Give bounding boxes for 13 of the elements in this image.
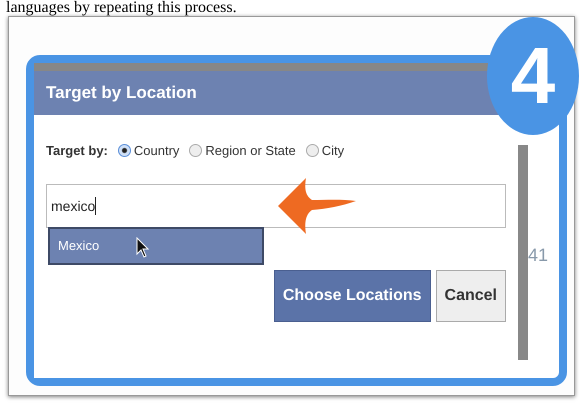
arrow-icon — [276, 176, 358, 236]
radio-option[interactable]: City — [306, 143, 344, 158]
dialog-title: Target by Location — [46, 83, 197, 103]
step-badge: 4 — [487, 17, 579, 135]
mouse-pointer-icon — [136, 237, 150, 259]
target-label: Target by: — [46, 143, 108, 158]
count-text: 41 — [528, 245, 548, 267]
choose-button[interactable]: Choose Locations — [274, 270, 431, 322]
field-value: mexico — [51, 198, 96, 214]
cancel-button[interactable]: Cancel — [436, 270, 506, 322]
radio-option[interactable]: Country — [118, 143, 180, 158]
caption-text: languages by repeating this process. — [5, 0, 238, 16]
radio-option[interactable]: Region or State — [189, 143, 296, 158]
